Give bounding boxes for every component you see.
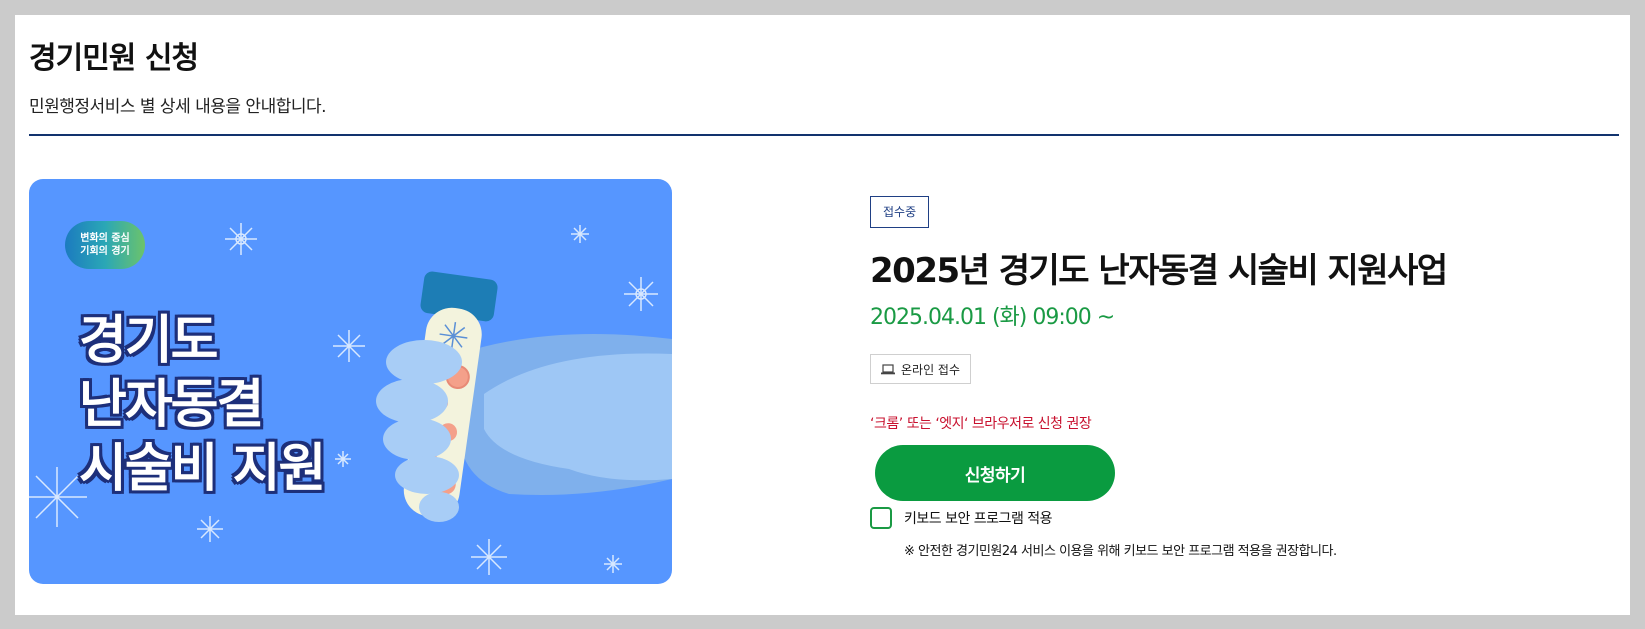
page-description: 민원행정서비스 별 상세 내용을 안내합니다. [29, 97, 327, 117]
content-panel: 경기민원 신청 민원행정서비스 별 상세 내용을 안내합니다. 변화의 중심 기… [15, 15, 1630, 615]
status-badge: 접수중 [870, 196, 930, 228]
online-application-label: 온라인 접수 [901, 362, 961, 377]
keyboard-security-label: 키보드 보안 프로그램 적용 [904, 511, 1053, 527]
online-application-chip: 온라인 접수 [870, 354, 972, 384]
keyboard-security-checkbox[interactable] [870, 507, 892, 529]
apply-button[interactable]: 신청하기 [875, 445, 1115, 501]
service-banner-image: 변화의 중심 기회의 경기 경기도 난자동결 시술비 지원 [29, 179, 672, 584]
banner-line-2: 난자동결 [79, 375, 264, 435]
service-title: 2025년 경기도 난자동결 시술비 지원사업 [870, 251, 1448, 291]
browser-recommendation: ‘크롬’ 또는 ‘엣지‘ 브라우저로 신청 권장 [870, 416, 1092, 432]
service-info: 접수중 2025년 경기도 난자동결 시술비 지원사업 2025.04.01 (… [870, 15, 1610, 615]
keyboard-security-option[interactable]: 키보드 보안 프로그램 적용 [870, 507, 1053, 529]
banner-headline: 경기도 난자동결 시술비 지원 [79, 309, 326, 501]
service-date: 2025.04.01 (화) 09:00 ~ [870, 305, 1115, 330]
logo-line-1: 변화의 중심 [80, 233, 130, 244]
gyeonggi-logo: 변화의 중심 기회의 경기 [65, 221, 145, 269]
logo-line-2: 기회의 경기 [80, 246, 130, 257]
banner-line-1: 경기도 [79, 311, 219, 371]
banner-line-3: 시술비 지원 [79, 439, 326, 499]
laptop-icon [881, 363, 895, 374]
page-title: 경기민원 신청 [29, 41, 199, 76]
keyboard-security-notice: ※ 안전한 경기민원24 서비스 이용을 위해 키보드 보안 프로그램 적용을 … [904, 544, 1337, 559]
